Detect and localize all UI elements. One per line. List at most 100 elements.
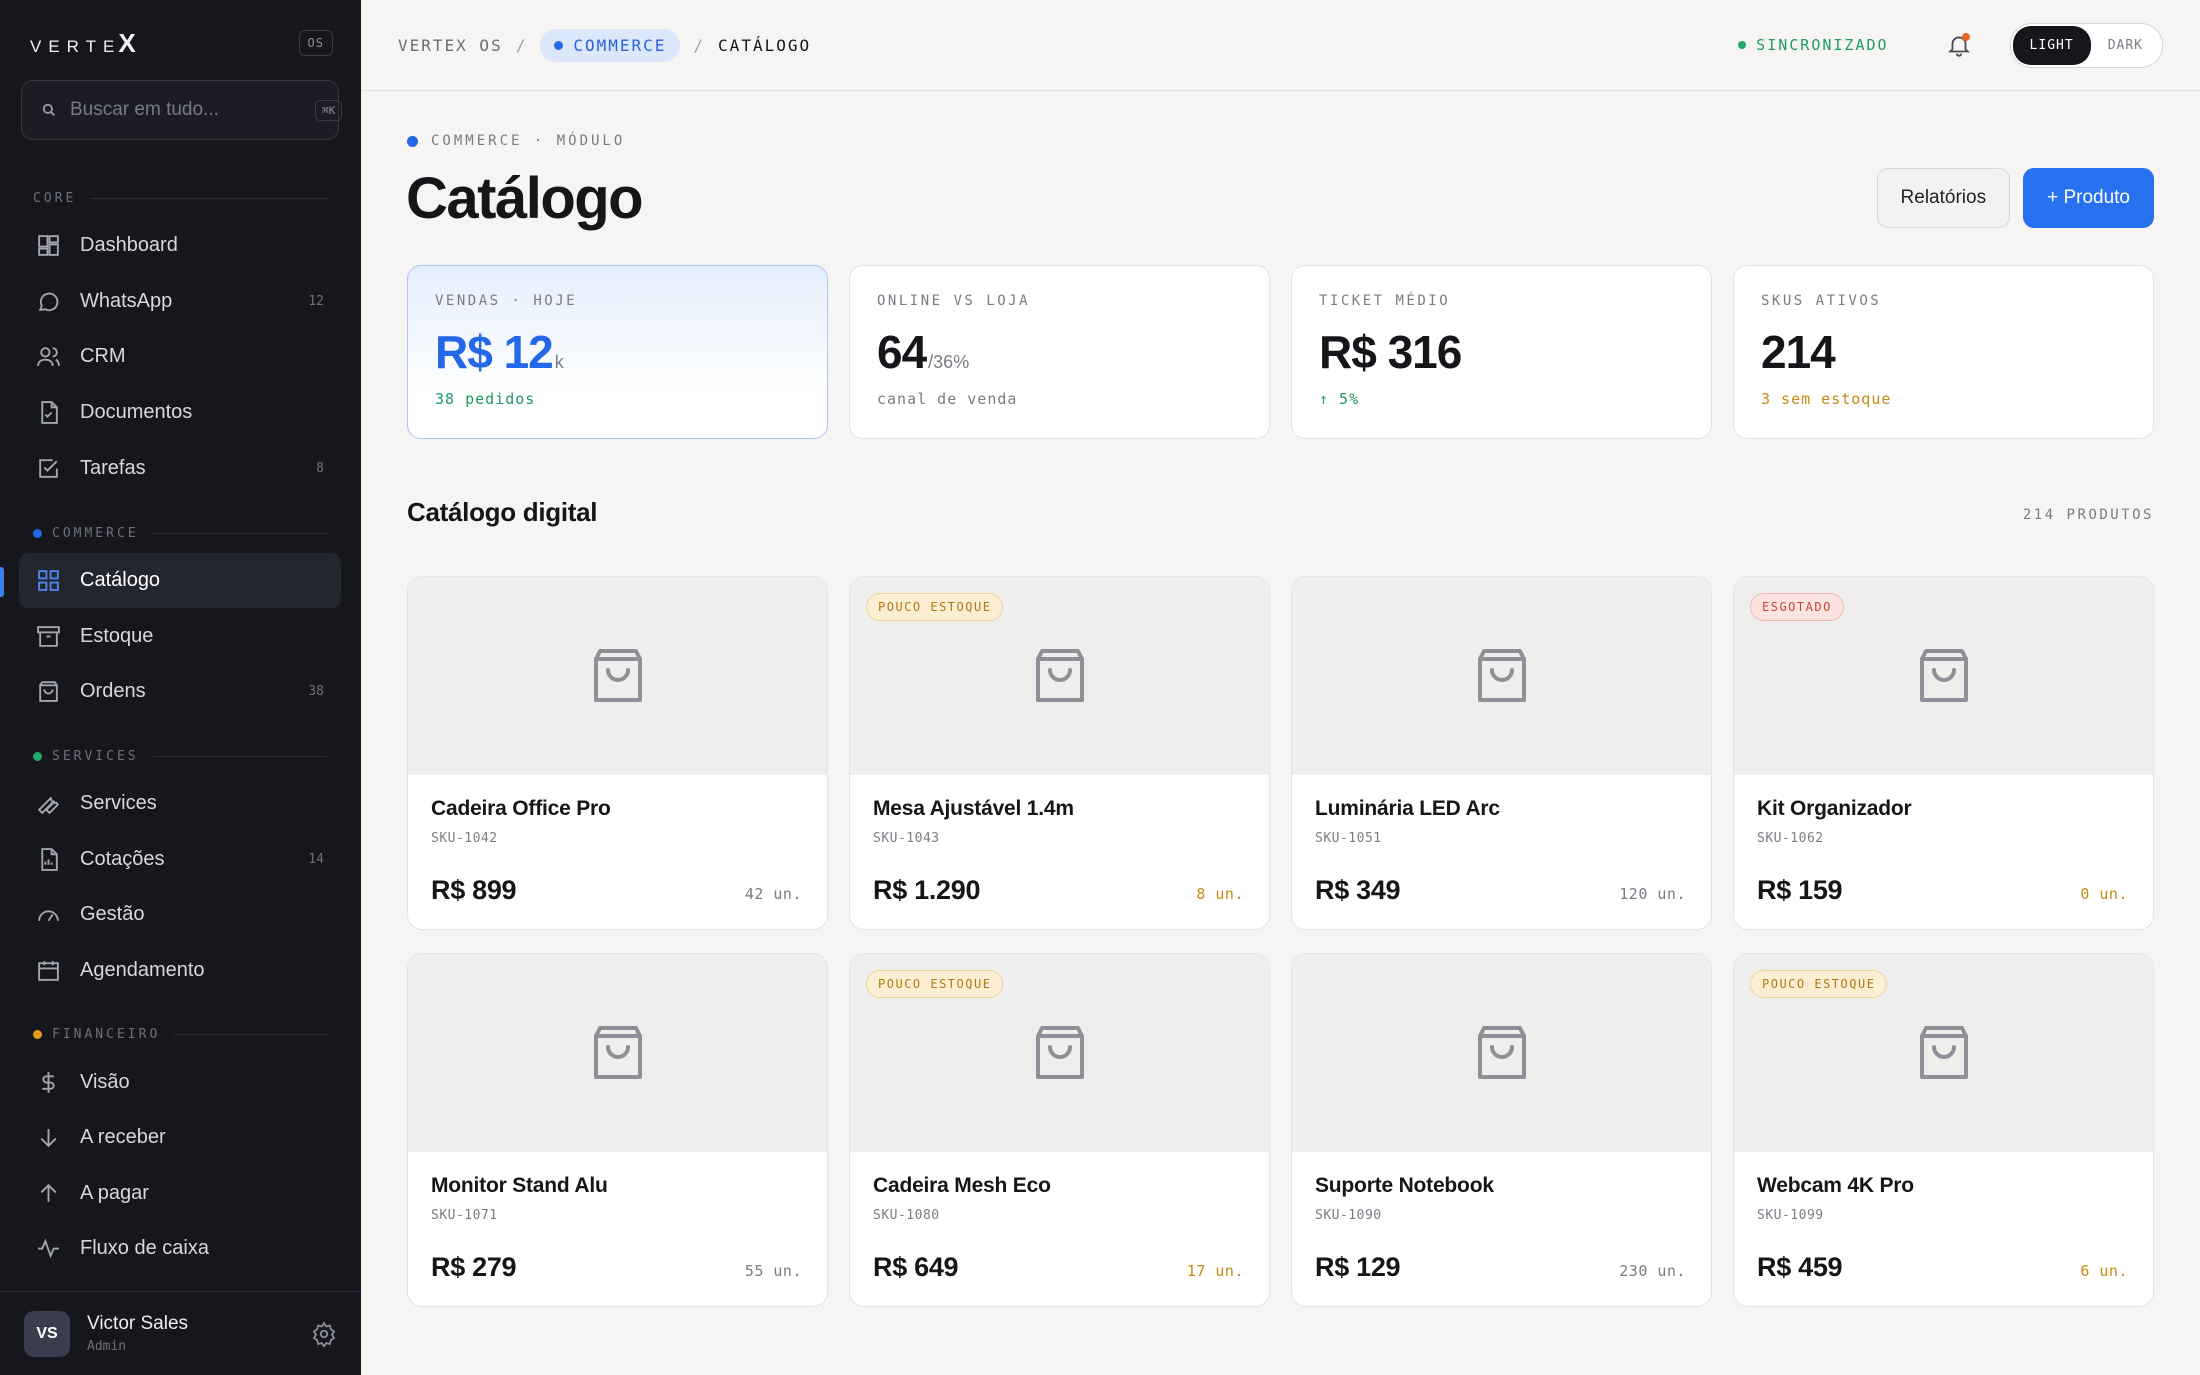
product-image xyxy=(408,577,827,775)
reports-button[interactable]: Relatórios xyxy=(1876,168,2011,228)
product-name: Luminária LED Arc xyxy=(1315,797,1500,820)
sync-label: SINCRONIZADO xyxy=(1756,36,1889,54)
product-info: Mesa Ajustável 1.4m SKU-1043 R$ 1.290 8 … xyxy=(850,775,1269,929)
product-price: R$ 129 xyxy=(1315,1252,1401,1282)
stat-card-channel[interactable]: ONLINE VS LOJA 64/36% canal de venda xyxy=(849,265,1270,439)
sidebar-item-fluxo-de-caixa[interactable]: Fluxo de caixa xyxy=(19,1221,341,1276)
sidebar-item-label: Agendamento xyxy=(80,959,205,981)
stat-value: 64/36% xyxy=(877,325,1242,379)
sidebar-item-whatsapp[interactable]: WhatsApp 12 xyxy=(19,274,341,329)
grid-icon xyxy=(36,568,61,593)
stat-card-sales[interactable]: VENDAS · HOJE R$ 12 k 38 pedidos xyxy=(407,265,828,439)
gear-icon[interactable] xyxy=(311,1321,337,1347)
product-price: R$ 899 xyxy=(431,875,517,905)
sidebar-item-label: Estoque xyxy=(80,625,154,647)
sidebar-item-crm[interactable]: CRM xyxy=(19,329,341,384)
product-card[interactable]: POUCO ESTOQUE Webcam 4K Pro SKU-1099 R$ … xyxy=(1733,953,2154,1307)
breadcrumb-module[interactable]: COMMERCE xyxy=(540,28,681,62)
stat-sub: 3 sem estoque xyxy=(1761,390,1892,408)
theme-light-button[interactable]: LIGHT xyxy=(2012,25,2091,65)
stat-sub: canal de venda xyxy=(877,390,1018,408)
product-image: POUCO ESTOQUE xyxy=(850,577,1269,775)
page-actions: Relatórios + Produto xyxy=(1876,168,2154,228)
global-search[interactable]: ⌘K xyxy=(21,80,343,140)
arrow-up-icon xyxy=(36,1181,61,1206)
product-name: Kit Organizador xyxy=(1757,797,1912,820)
chat-icon xyxy=(36,289,61,314)
product-card[interactable]: Cadeira Office Pro SKU-1042 R$ 899 42 un… xyxy=(407,576,828,930)
sidebar-item-visao[interactable]: Visão xyxy=(19,1055,341,1110)
sidebar-item-label: Dashboard xyxy=(80,234,178,256)
stat-value: 214 xyxy=(1761,325,2126,379)
shopping-bag-icon xyxy=(1476,1025,1528,1081)
product-name: Cadeira Office Pro xyxy=(431,797,611,820)
sidebar-item-label: Catálogo xyxy=(80,569,161,591)
sync-dot xyxy=(1738,41,1747,49)
sync-status: SINCRONIZADO xyxy=(1738,36,1888,54)
stat-value-suffix: /36% xyxy=(928,352,970,372)
user-role: Admin xyxy=(87,1339,127,1354)
sidebar-item-label: Services xyxy=(80,792,157,814)
product-footer: R$ 649 17 un. xyxy=(873,1252,1244,1283)
brand-row: VERTEX OS xyxy=(30,28,333,59)
product-card[interactable]: ESGOTADO Kit Organizador SKU-1062 R$ 159… xyxy=(1733,576,2154,930)
shopping-bag-icon xyxy=(1918,1025,1970,1081)
user-profile[interactable]: VS Victor Sales Admin xyxy=(0,1291,361,1375)
section-label: SERVICES xyxy=(52,748,139,764)
product-stock: 6 un. xyxy=(2080,1262,2128,1280)
search-input[interactable] xyxy=(70,99,315,121)
product-footer: R$ 459 6 un. xyxy=(1757,1252,2128,1283)
stat-card-ticket[interactable]: TICKET MÉDIO R$ 316 ↑ 5% xyxy=(1291,265,1712,439)
checkbox-icon xyxy=(36,456,61,481)
shopping-bag-icon xyxy=(1034,648,1086,704)
product-card[interactable]: POUCO ESTOQUE Mesa Ajustável 1.4m SKU-10… xyxy=(849,576,1270,930)
product-card[interactable]: Suporte Notebook SKU-1090 R$ 129 230 un. xyxy=(1291,953,1712,1307)
product-price: R$ 1.290 xyxy=(873,875,981,905)
add-product-button[interactable]: + Produto xyxy=(2023,168,2154,228)
stat-value-number: 214 xyxy=(1761,326,1836,378)
stat-sub: ↑ 5% xyxy=(1319,390,1360,408)
section-services: SERVICES xyxy=(33,748,327,764)
section-core: CORE xyxy=(33,190,327,206)
product-image xyxy=(408,954,827,1152)
breadcrumb-root[interactable]: VERTEX OS xyxy=(398,36,503,55)
sidebar-item-label: CRM xyxy=(80,345,126,367)
stat-sub: 38 pedidos xyxy=(435,390,536,408)
product-stock: 8 un. xyxy=(1196,885,1244,903)
sidebar-item-services[interactable]: Services xyxy=(19,776,341,831)
product-stock: 120 un. xyxy=(1619,885,1686,903)
product-name: Cadeira Mesh Eco xyxy=(873,1174,1051,1197)
breadcrumb-module-label: COMMERCE xyxy=(573,35,667,55)
product-name: Mesa Ajustável 1.4m xyxy=(873,797,1074,820)
sidebar-item-ordens[interactable]: Ordens 38 xyxy=(19,664,341,719)
product-card[interactable]: Monitor Stand Alu SKU-1071 R$ 279 55 un. xyxy=(407,953,828,1307)
product-stock: 17 un. xyxy=(1186,1262,1244,1280)
sidebar-item-documentos[interactable]: Documentos xyxy=(19,385,341,440)
stat-label: ONLINE VS LOJA xyxy=(877,293,1031,309)
topbar: VERTEX OS / COMMERCE / CATÁLOGO SINCRONI… xyxy=(361,0,2200,91)
sidebar-item-dashboard[interactable]: Dashboard xyxy=(19,218,341,273)
logo[interactable]: VERTEX xyxy=(30,28,136,59)
theme-dark-button[interactable]: DARK xyxy=(2091,26,2160,65)
quote-doc-icon xyxy=(36,847,61,872)
page-title: Catálogo xyxy=(406,166,644,231)
archive-icon xyxy=(36,624,61,649)
product-sku: SKU-1043 xyxy=(873,831,940,846)
sidebar-item-cotacoes[interactable]: Cotações 14 xyxy=(19,832,341,887)
sidebar-item-a-receber[interactable]: A receber xyxy=(19,1110,341,1165)
search-icon xyxy=(40,101,58,119)
sidebar-item-gestao[interactable]: Gestão xyxy=(19,887,341,942)
sidebar-item-label: Gestão xyxy=(80,903,145,925)
product-card[interactable]: POUCO ESTOQUE Cadeira Mesh Eco SKU-1080 … xyxy=(849,953,1270,1307)
stat-label: TICKET MÉDIO xyxy=(1319,293,1451,309)
sidebar-item-a-pagar[interactable]: A pagar xyxy=(19,1166,341,1221)
stat-value-number: R$ 12 xyxy=(435,326,554,378)
sidebar-item-catalogo[interactable]: Catálogo xyxy=(19,553,341,608)
sidebar-item-label: WhatsApp xyxy=(80,290,173,312)
bell-icon[interactable] xyxy=(1946,32,1972,58)
product-card[interactable]: Luminária LED Arc SKU-1051 R$ 349 120 un… xyxy=(1291,576,1712,930)
sidebar-item-tarefas[interactable]: Tarefas 8 xyxy=(19,441,341,496)
sidebar-item-agendamento[interactable]: Agendamento xyxy=(19,943,341,998)
sidebar-item-estoque[interactable]: Estoque xyxy=(19,609,341,664)
stat-card-skus[interactable]: SKUS ATIVOS 214 3 sem estoque xyxy=(1733,265,2154,439)
